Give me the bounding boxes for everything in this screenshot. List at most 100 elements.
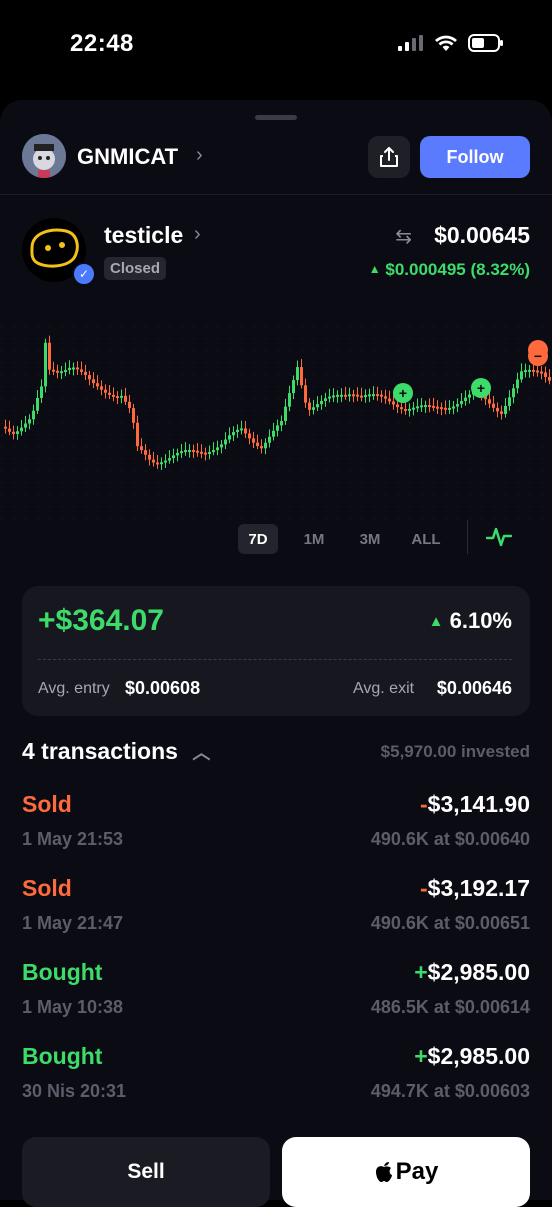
buy-marker[interactable]: + <box>471 378 491 398</box>
candle <box>404 408 407 411</box>
svg-text:+: + <box>399 385 407 401</box>
chevron-right-icon: › <box>194 223 201 245</box>
range-7d[interactable]: 7D <box>238 524 278 554</box>
candle <box>264 442 267 449</box>
candle <box>144 450 147 455</box>
candle <box>448 407 451 410</box>
candle <box>208 451 211 454</box>
range-divider <box>467 520 468 554</box>
candle <box>400 407 403 410</box>
candle <box>508 397 511 407</box>
candle <box>428 405 431 408</box>
sell-marker[interactable]: − <box>528 340 548 366</box>
candle <box>188 450 191 453</box>
svg-text:+: + <box>477 380 485 396</box>
candle <box>120 395 123 398</box>
candle <box>376 394 379 397</box>
range-all[interactable]: ALL <box>406 524 446 554</box>
range-1m[interactable]: 1M <box>294 524 334 554</box>
candle <box>64 370 67 373</box>
creator-name[interactable]: GNMICAT <box>77 144 178 170</box>
candle <box>88 375 91 380</box>
candle <box>104 389 107 393</box>
candle <box>148 454 151 460</box>
candle <box>492 403 495 408</box>
candle <box>196 450 199 453</box>
transaction-detail: 490.6K at $0.00640 <box>370 829 530 849</box>
candle <box>96 383 99 387</box>
candle <box>60 371 63 374</box>
candle <box>12 431 15 434</box>
token-name[interactable]: testicle <box>104 222 183 249</box>
transaction-date: 1 May 21:53 <box>22 829 124 849</box>
up-triangle-icon: ▲ <box>368 262 381 276</box>
candle <box>396 404 399 408</box>
transaction-amount: +$2,985.00 <box>414 959 530 985</box>
transaction-row[interactable]: Sold -$3,192.17 1 May 21:47 490.6K at $0… <box>22 875 530 959</box>
candle <box>464 397 467 402</box>
range-3m[interactable]: 3M <box>350 524 390 554</box>
transaction-row[interactable]: Bought +$2,985.00 30 Nis 20:31 494.7K at… <box>22 1043 530 1127</box>
candle <box>252 438 255 443</box>
candle <box>268 436 271 443</box>
candle <box>416 406 419 409</box>
price-chart[interactable]: + + − <box>0 325 552 525</box>
candle <box>16 431 19 434</box>
candle <box>372 394 375 397</box>
candle <box>368 394 371 397</box>
invested-total: $5,970.00 invested <box>380 742 530 761</box>
transaction-detail: 490.6K at $0.00651 <box>370 913 530 933</box>
candle <box>328 396 331 399</box>
candle <box>260 445 263 449</box>
sheet-grabber[interactable] <box>255 115 297 120</box>
chart-type-icon[interactable] <box>485 525 513 554</box>
sell-button[interactable]: Sell <box>22 1137 270 1207</box>
transaction-amount: -$3,141.90 <box>420 791 530 817</box>
avg-exit-value: $0.00646 <box>436 678 512 698</box>
share-button[interactable] <box>368 136 410 178</box>
transaction-row[interactable]: Bought +$2,985.00 1 May 10:38 486.5K at … <box>22 959 530 1043</box>
candle <box>228 435 231 440</box>
share-icon <box>380 147 398 167</box>
candle <box>504 406 507 414</box>
cat-avatar-icon <box>22 134 66 178</box>
buy-marker[interactable]: + <box>393 383 413 403</box>
candle <box>344 394 347 397</box>
status-icons <box>398 34 504 52</box>
candle <box>192 450 195 453</box>
transaction-date: 1 May 10:38 <box>22 997 124 1017</box>
candle <box>516 379 519 389</box>
candle <box>160 462 163 465</box>
candle <box>168 458 171 461</box>
candle <box>52 369 55 372</box>
candle <box>548 377 551 381</box>
token-sheet: GNMICAT › Follow ✓ testicle › Closed ⇆ $… <box>0 100 552 1207</box>
candle <box>524 370 527 373</box>
candle <box>320 400 323 405</box>
candle <box>308 402 311 410</box>
transaction-row[interactable]: Sold -$3,141.90 1 May 21:53 490.6K at $0… <box>22 791 530 875</box>
chart-range-selector: 7D 1M 3M ALL <box>238 524 462 554</box>
candle <box>76 367 79 370</box>
candle <box>424 405 427 408</box>
creator-avatar[interactable] <box>22 134 66 178</box>
candle <box>384 396 387 399</box>
follow-button[interactable]: Follow <box>420 136 530 178</box>
candle <box>488 399 491 404</box>
transaction-type: Sold <box>22 791 72 817</box>
candle <box>536 370 539 373</box>
swap-icon[interactable]: ⇆ <box>395 224 412 249</box>
candle <box>140 446 143 451</box>
candle <box>80 369 83 372</box>
candle <box>184 450 187 453</box>
candle <box>444 407 447 410</box>
transactions-toggle[interactable]: 4 transactions ︿ <box>22 738 210 765</box>
candle <box>388 398 391 402</box>
candle <box>332 395 335 398</box>
candle <box>92 379 95 384</box>
candle <box>456 404 459 407</box>
candle <box>452 406 455 409</box>
apple-pay-button[interactable]: Pay <box>282 1137 530 1207</box>
pnl-card: +$364.07 ▲ 6.10% Avg. entry $0.00608 Avg… <box>22 586 530 716</box>
candle <box>108 392 111 395</box>
